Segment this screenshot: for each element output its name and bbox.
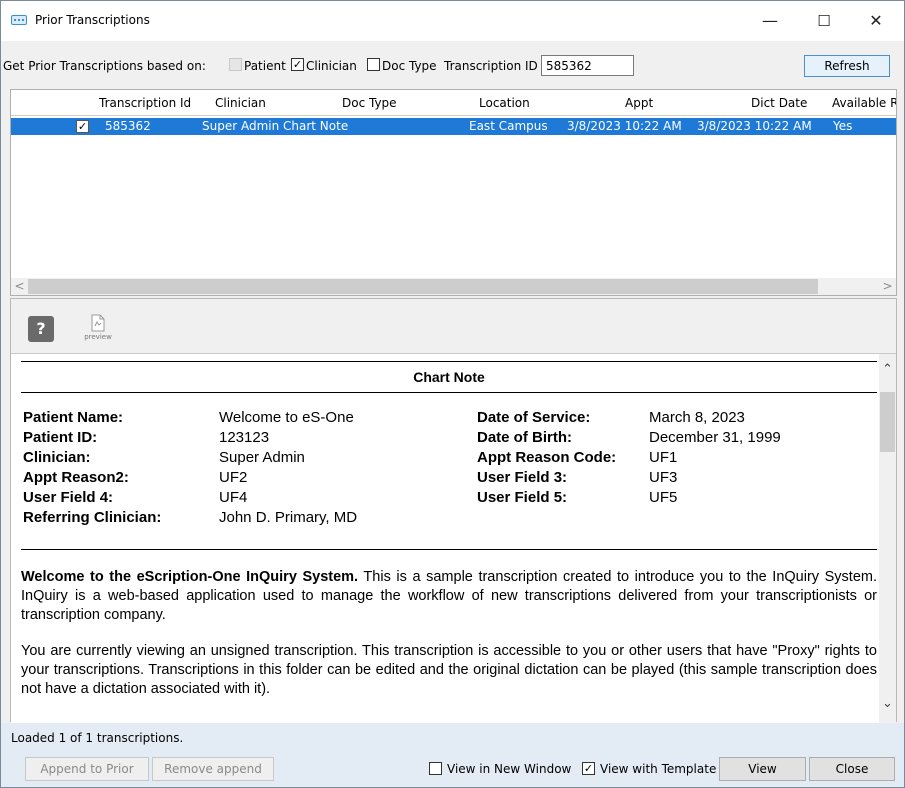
field-label: Patient ID: <box>23 429 98 446</box>
doctype-checkbox[interactable] <box>367 58 380 71</box>
cell-location: East Campus <box>469 119 548 133</box>
cell-clinician: Super Admin <box>202 119 280 133</box>
scroll-right-icon[interactable]: > <box>879 278 896 295</box>
prior-transcriptions-window: Prior Transcriptions — ☐ ✕ Get Prior Tra… <box>0 0 905 788</box>
clinician-checkbox[interactable]: ✓ <box>291 58 304 71</box>
field-value: UF5 <box>649 489 678 506</box>
column-header-doc-type[interactable]: Doc Type <box>342 96 397 110</box>
cell-available: Yes <box>833 119 853 133</box>
search-criteria-row: Get Prior Transcriptions based on: Patie… <box>1 53 904 79</box>
divider <box>21 549 877 550</box>
viewer-toolbar: ? preview <box>11 299 896 354</box>
transcription-id-label: Transcription ID <box>444 59 538 73</box>
field-label: Clinician: <box>23 449 91 466</box>
row-select-checkbox[interactable]: ✓ <box>76 120 89 133</box>
preview-button[interactable]: preview <box>81 314 115 348</box>
doctype-label: Doc Type <box>382 59 437 73</box>
cell-appt: 3/8/2023 10:22 AM <box>567 119 682 133</box>
intro-paragraph: Welcome to the eScription-One InQuiry Sy… <box>21 568 877 625</box>
document-content: Chart Note Patient Name: Welcome to eS-O… <box>11 354 879 723</box>
append-to-prior-button[interactable]: Append to Prior <box>25 757 149 781</box>
maximize-button[interactable]: ☐ <box>801 1 847 41</box>
refresh-button[interactable]: Refresh <box>804 55 890 77</box>
minimize-button[interactable]: — <box>747 1 793 41</box>
field-value: Welcome to eS-One <box>219 409 354 426</box>
keyboard-icon <box>11 15 27 25</box>
status-paragraph: You are currently viewing an unsigned tr… <box>21 643 877 697</box>
transcription-id-input[interactable] <box>541 55 634 76</box>
horizontal-scrollbar[interactable]: < > <box>11 278 896 295</box>
vertical-scrollbar[interactable]: ⌃ ⌄ <box>879 354 896 723</box>
document-title: Chart Note <box>21 361 877 393</box>
column-header-transcription-id[interactable]: Transcription Id <box>99 96 191 110</box>
help-icon[interactable]: ? <box>28 316 54 342</box>
footer: Loaded 1 of 1 transcriptions. Append to … <box>1 723 904 787</box>
close-button[interactable]: Close <box>809 757 895 781</box>
view-with-template-checkbox[interactable]: ✓ <box>582 762 595 775</box>
scroll-down-icon[interactable]: ⌄ <box>879 696 896 716</box>
cell-transcription-id: 585362 <box>105 119 151 133</box>
table-row[interactable]: ✓ 585362 Super Admin Chart Note East Cam… <box>11 118 896 135</box>
field-value: John D. Primary, MD <box>219 509 358 526</box>
field-label: Date of Service: <box>477 409 591 426</box>
scrollbar-thumb[interactable] <box>880 392 895 452</box>
column-header-location[interactable]: Location <box>479 96 530 110</box>
field-value: UF1 <box>649 449 678 466</box>
cell-doc-type: Chart Note <box>283 119 349 133</box>
field-label: Date of Birth: <box>477 429 572 446</box>
field-value: March 8, 2023 <box>649 409 745 426</box>
column-header-available[interactable]: Available R <box>832 96 896 110</box>
patient-label: Patient <box>244 59 286 73</box>
window-title: Prior Transcriptions <box>35 13 150 27</box>
column-header-dict-date[interactable]: Dict Date <box>751 96 807 110</box>
view-with-template-label: View with Template <box>600 762 717 776</box>
field-value: Super Admin <box>219 449 305 466</box>
close-window-button[interactable]: ✕ <box>853 1 899 41</box>
field-value: December 31, 1999 <box>649 429 781 446</box>
column-header-appt[interactable]: Appt <box>625 96 653 110</box>
intro-heading: Welcome to the eScription-One InQuiry Sy… <box>21 569 359 585</box>
grid-header: Transcription Id Clinician Doc Type Loca… <box>11 90 896 116</box>
field-value: UF2 <box>219 469 248 486</box>
preview-label: preview <box>84 333 112 341</box>
patient-checkbox[interactable] <box>229 58 242 71</box>
view-new-window-checkbox[interactable] <box>429 762 442 775</box>
scrollbar-thumb[interactable] <box>28 279 818 294</box>
field-label: User Field 4: <box>23 489 114 506</box>
field-label: Appt Reason2: <box>23 469 129 486</box>
field-label: Patient Name: <box>23 409 124 426</box>
view-button[interactable]: View <box>719 757 806 781</box>
cell-dict-date: 3/8/2023 10:22 AM <box>697 119 812 133</box>
preview-icon <box>91 314 105 332</box>
field-label: User Field 3: <box>477 469 568 486</box>
transcriptions-grid: Transcription Id Clinician Doc Type Loca… <box>10 89 897 296</box>
based-on-label: Get Prior Transcriptions based on: <box>3 59 206 73</box>
title-bar[interactable]: Prior Transcriptions — ☐ ✕ <box>1 1 904 41</box>
status-text: Loaded 1 of 1 transcriptions. <box>11 731 184 745</box>
remove-append-button[interactable]: Remove append <box>152 757 274 781</box>
view-new-window-label: View in New Window <box>447 762 572 776</box>
field-value: 123123 <box>219 429 270 446</box>
clinician-label: Clinician <box>306 59 357 73</box>
column-header-clinician[interactable]: Clinician <box>215 96 266 110</box>
field-label: Referring Clinician: <box>23 509 162 526</box>
scroll-left-icon[interactable]: < <box>11 278 28 295</box>
document-viewer: ? preview Chart Note Patient Name: Welco… <box>10 298 897 723</box>
field-value: UF4 <box>219 489 248 506</box>
field-value: UF3 <box>649 469 678 486</box>
scroll-up-icon[interactable]: ⌃ <box>879 362 896 382</box>
field-label: User Field 5: <box>477 489 568 506</box>
field-label: Appt Reason Code: <box>477 449 617 466</box>
